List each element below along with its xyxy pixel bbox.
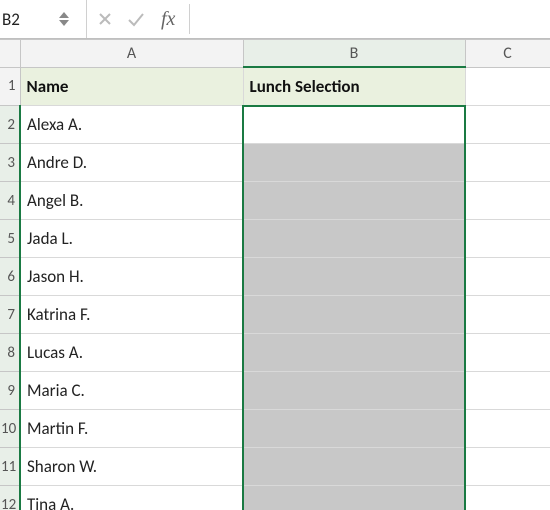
cell-A2[interactable]: Alexa A. [20, 106, 243, 144]
cell-C2[interactable] [465, 106, 550, 144]
table-row: 4Angel B. [0, 182, 550, 220]
cell-C12[interactable] [465, 486, 550, 510]
column-header-A[interactable]: A [20, 40, 243, 68]
cell-B12[interactable] [243, 486, 465, 510]
name-box-spinner[interactable] [58, 11, 70, 27]
row-header[interactable]: 11 [0, 448, 20, 486]
chevron-down-icon [58, 19, 70, 27]
table-row: 10Martin F. [0, 410, 550, 448]
row-header[interactable]: 5 [0, 220, 20, 258]
row-header[interactable]: 12 [0, 486, 20, 510]
cell-B11[interactable] [243, 448, 465, 486]
table-row: 2Alexa A. [0, 106, 550, 144]
formula-input[interactable] [189, 4, 550, 34]
sheet-grid: ABC 1NameLunch Selection2Alexa A.3Andre … [0, 39, 550, 510]
row-header[interactable]: 7 [0, 296, 20, 334]
table-row: 8Lucas A. [0, 334, 550, 372]
table-row: 6Jason H. [0, 258, 550, 296]
cell-B1[interactable]: Lunch Selection [243, 67, 465, 106]
cell-C9[interactable] [465, 372, 550, 410]
cell-A3[interactable]: Andre D. [20, 144, 243, 182]
spreadsheet-table[interactable]: ABC 1NameLunch Selection2Alexa A.3Andre … [0, 39, 550, 510]
select-all-corner[interactable] [0, 40, 20, 68]
table-row: 5Jada L. [0, 220, 550, 258]
column-header-row: ABC [0, 40, 550, 68]
cell-A11[interactable]: Sharon W. [20, 448, 243, 486]
cell-C8[interactable] [465, 334, 550, 372]
cell-B3[interactable] [243, 144, 465, 182]
cell-B6[interactable] [243, 258, 465, 296]
cell-A7[interactable]: Katrina F. [20, 296, 243, 334]
row-header[interactable]: 2 [0, 106, 20, 144]
row-header[interactable]: 8 [0, 334, 20, 372]
formula-bar: fx [0, 0, 550, 39]
row-header[interactable]: 1 [0, 67, 20, 106]
cancel-icon [97, 11, 113, 27]
cell-A12[interactable]: Tina A. [20, 486, 243, 510]
table-row: 12Tina A. [0, 486, 550, 510]
table-row: 11Sharon W. [0, 448, 550, 486]
row-header[interactable]: 10 [0, 410, 20, 448]
cell-C10[interactable] [465, 410, 550, 448]
cell-B2[interactable] [243, 106, 465, 144]
row-header[interactable]: 3 [0, 144, 20, 182]
row-header[interactable]: 4 [0, 182, 20, 220]
cell-A10[interactable]: Martin F. [20, 410, 243, 448]
cell-B5[interactable] [243, 220, 465, 258]
cell-C11[interactable] [465, 448, 550, 486]
cell-B7[interactable] [243, 296, 465, 334]
table-row: 9Maria C. [0, 372, 550, 410]
cell-A6[interactable]: Jason H. [20, 258, 243, 296]
row-header[interactable]: 9 [0, 372, 20, 410]
cell-A9[interactable]: Maria C. [20, 372, 243, 410]
cell-C6[interactable] [465, 258, 550, 296]
cell-C1[interactable] [465, 67, 550, 106]
name-box-wrap [0, 0, 87, 38]
cell-B10[interactable] [243, 410, 465, 448]
column-header-B[interactable]: B [243, 40, 465, 68]
cell-A1[interactable]: Name [20, 67, 243, 106]
table-row: 7Katrina F. [0, 296, 550, 334]
enter-icon [127, 11, 145, 27]
column-header-C[interactable]: C [465, 40, 550, 68]
formula-controls: fx [87, 0, 185, 38]
cell-A4[interactable]: Angel B. [20, 182, 243, 220]
cell-B8[interactable] [243, 334, 465, 372]
cell-A5[interactable]: Jada L. [20, 220, 243, 258]
cell-C7[interactable] [465, 296, 550, 334]
cell-C5[interactable] [465, 220, 550, 258]
cell-C3[interactable] [465, 144, 550, 182]
row-header[interactable]: 6 [0, 258, 20, 296]
cell-A8[interactable]: Lucas A. [20, 334, 243, 372]
cell-B4[interactable] [243, 182, 465, 220]
fx-icon[interactable]: fx [161, 8, 175, 31]
name-box[interactable] [0, 4, 54, 34]
chevron-up-icon [58, 11, 70, 19]
cell-C4[interactable] [465, 182, 550, 220]
table-row: 1NameLunch Selection [0, 67, 550, 106]
cell-B9[interactable] [243, 372, 465, 410]
table-row: 3Andre D. [0, 144, 550, 182]
